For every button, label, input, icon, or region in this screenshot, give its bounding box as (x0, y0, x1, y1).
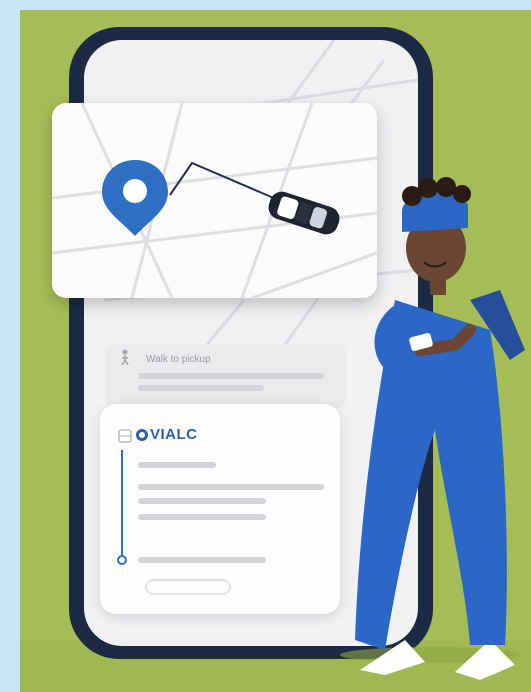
illustration: Walk to pickup VIALC (0, 0, 531, 692)
walking-woman (340, 177, 525, 680)
